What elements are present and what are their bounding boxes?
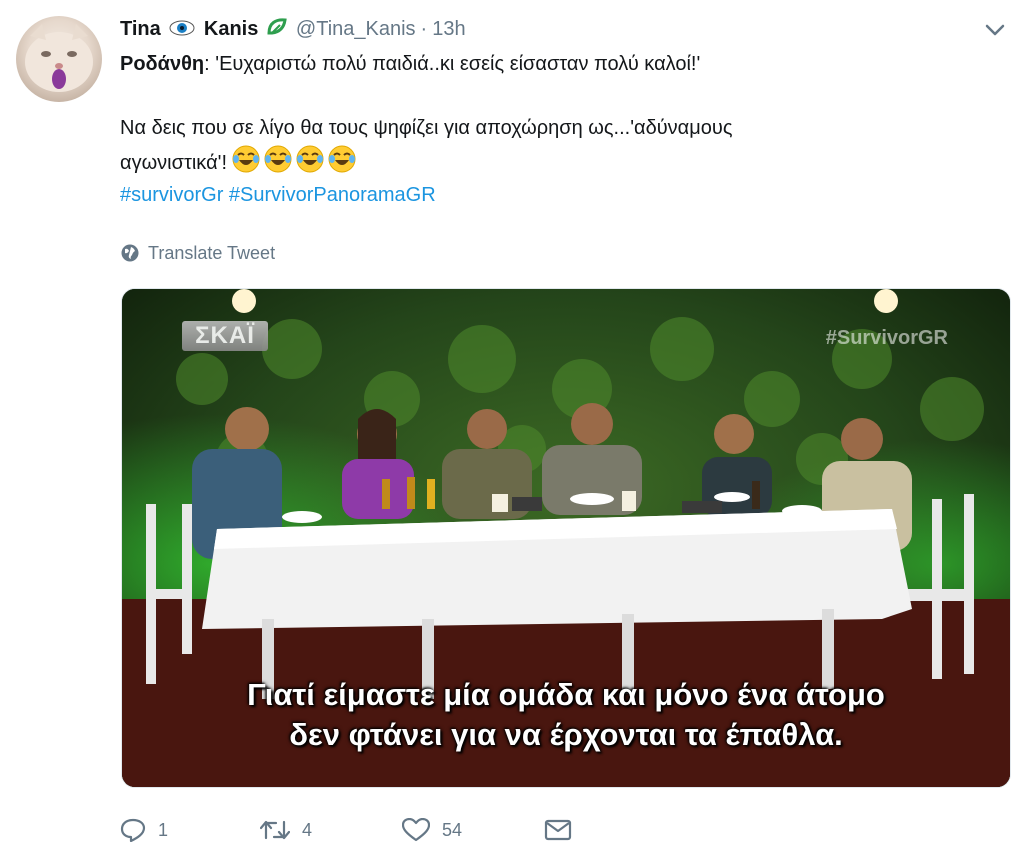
separator-dot: · <box>420 17 428 40</box>
heart-icon <box>402 818 430 842</box>
retweet-icon <box>260 820 290 840</box>
tweet-timestamp[interactable]: 13h <box>432 18 465 41</box>
user-handle[interactable]: @Tina_Kanis <box>296 18 416 41</box>
reply-button[interactable]: 1 <box>120 818 260 842</box>
globe-icon <box>121 244 139 262</box>
tweet-line-2: Να δεις που σε λίγο θα τους ψηφίζει για … <box>120 117 733 139</box>
display-name[interactable]: Tina Kanis <box>120 17 288 41</box>
subtitle-line-1: Γιατί είμαστε μία ομάδα και μόνο ένα άτο… <box>247 677 885 712</box>
avatar[interactable] <box>16 16 102 102</box>
tweet-line-3-text: αγωνιστικά'! <box>120 152 228 174</box>
message-icon <box>544 819 572 841</box>
tweet-text: Ροδάνθη: 'Ευχαριστώ πολύ παιδιά..κι εσεί… <box>120 48 1000 211</box>
tweet-line-1: Ροδάνθη: 'Ευχαριστώ πολύ παιδιά..κι εσεί… <box>120 48 1000 80</box>
hashtag-survivorpanoramagr[interactable]: #SurvivorPanoramaGR <box>229 184 436 206</box>
tree-icon <box>267 18 287 35</box>
direct-message-button[interactable] <box>544 819 572 841</box>
speaker-name: Ροδάνθη <box>120 53 205 75</box>
tweet-header: Tina Kanis @Tina_Kanis · 13h <box>120 14 466 44</box>
retweet-count: 4 <box>302 819 313 840</box>
tears-of-joy-emoji-icon <box>328 145 356 173</box>
subtitle-line-2: δεν φτάνει για να έρχονται τα έπαθλα. <box>289 717 843 752</box>
like-count: 54 <box>442 819 463 840</box>
caret-down-icon[interactable] <box>984 22 1006 38</box>
reply-count: 1 <box>158 819 169 840</box>
emoji-group <box>231 144 357 174</box>
hashtag-line: #survivorGr #SurvivorPanoramaGR <box>120 179 1000 211</box>
like-button[interactable]: 54 <box>402 818 544 842</box>
avatar-cat-image <box>25 24 93 92</box>
quote-text: : 'Ευχαριστώ πολύ παιδιά..κι εσείς είσασ… <box>204 53 701 75</box>
retweet-button[interactable]: 4 <box>260 818 402 842</box>
hashtag-survivorgr[interactable]: #survivorGr <box>120 184 223 206</box>
watermark-text: #SurvivorGR <box>825 327 948 349</box>
tweet-actions: 1 4 54 <box>120 812 572 846</box>
tweet-media-image[interactable]: ΣΚΑΪ #SurvivorGR Γιατί είμαστε μία ομάδα… <box>121 288 1011 788</box>
tears-of-joy-emoji-icon <box>264 145 292 173</box>
channel-logo: ΣΚΑΪ <box>182 321 268 351</box>
tears-of-joy-emoji-icon <box>296 145 324 173</box>
translate-tweet-link[interactable]: Translate Tweet <box>120 240 275 266</box>
eye-icon <box>169 20 195 36</box>
translate-label: Translate Tweet <box>148 242 276 263</box>
display-name-second: Kanis <box>203 18 259 40</box>
reply-icon <box>120 818 146 842</box>
tears-of-joy-emoji-icon <box>232 145 260 173</box>
display-name-first: Tina <box>120 18 161 40</box>
video-subtitles: Γιατί είμαστε μία ομάδα και μόνο ένα άτο… <box>122 675 1010 755</box>
tweet-line-3: αγωνιστικά'! <box>120 144 1000 179</box>
